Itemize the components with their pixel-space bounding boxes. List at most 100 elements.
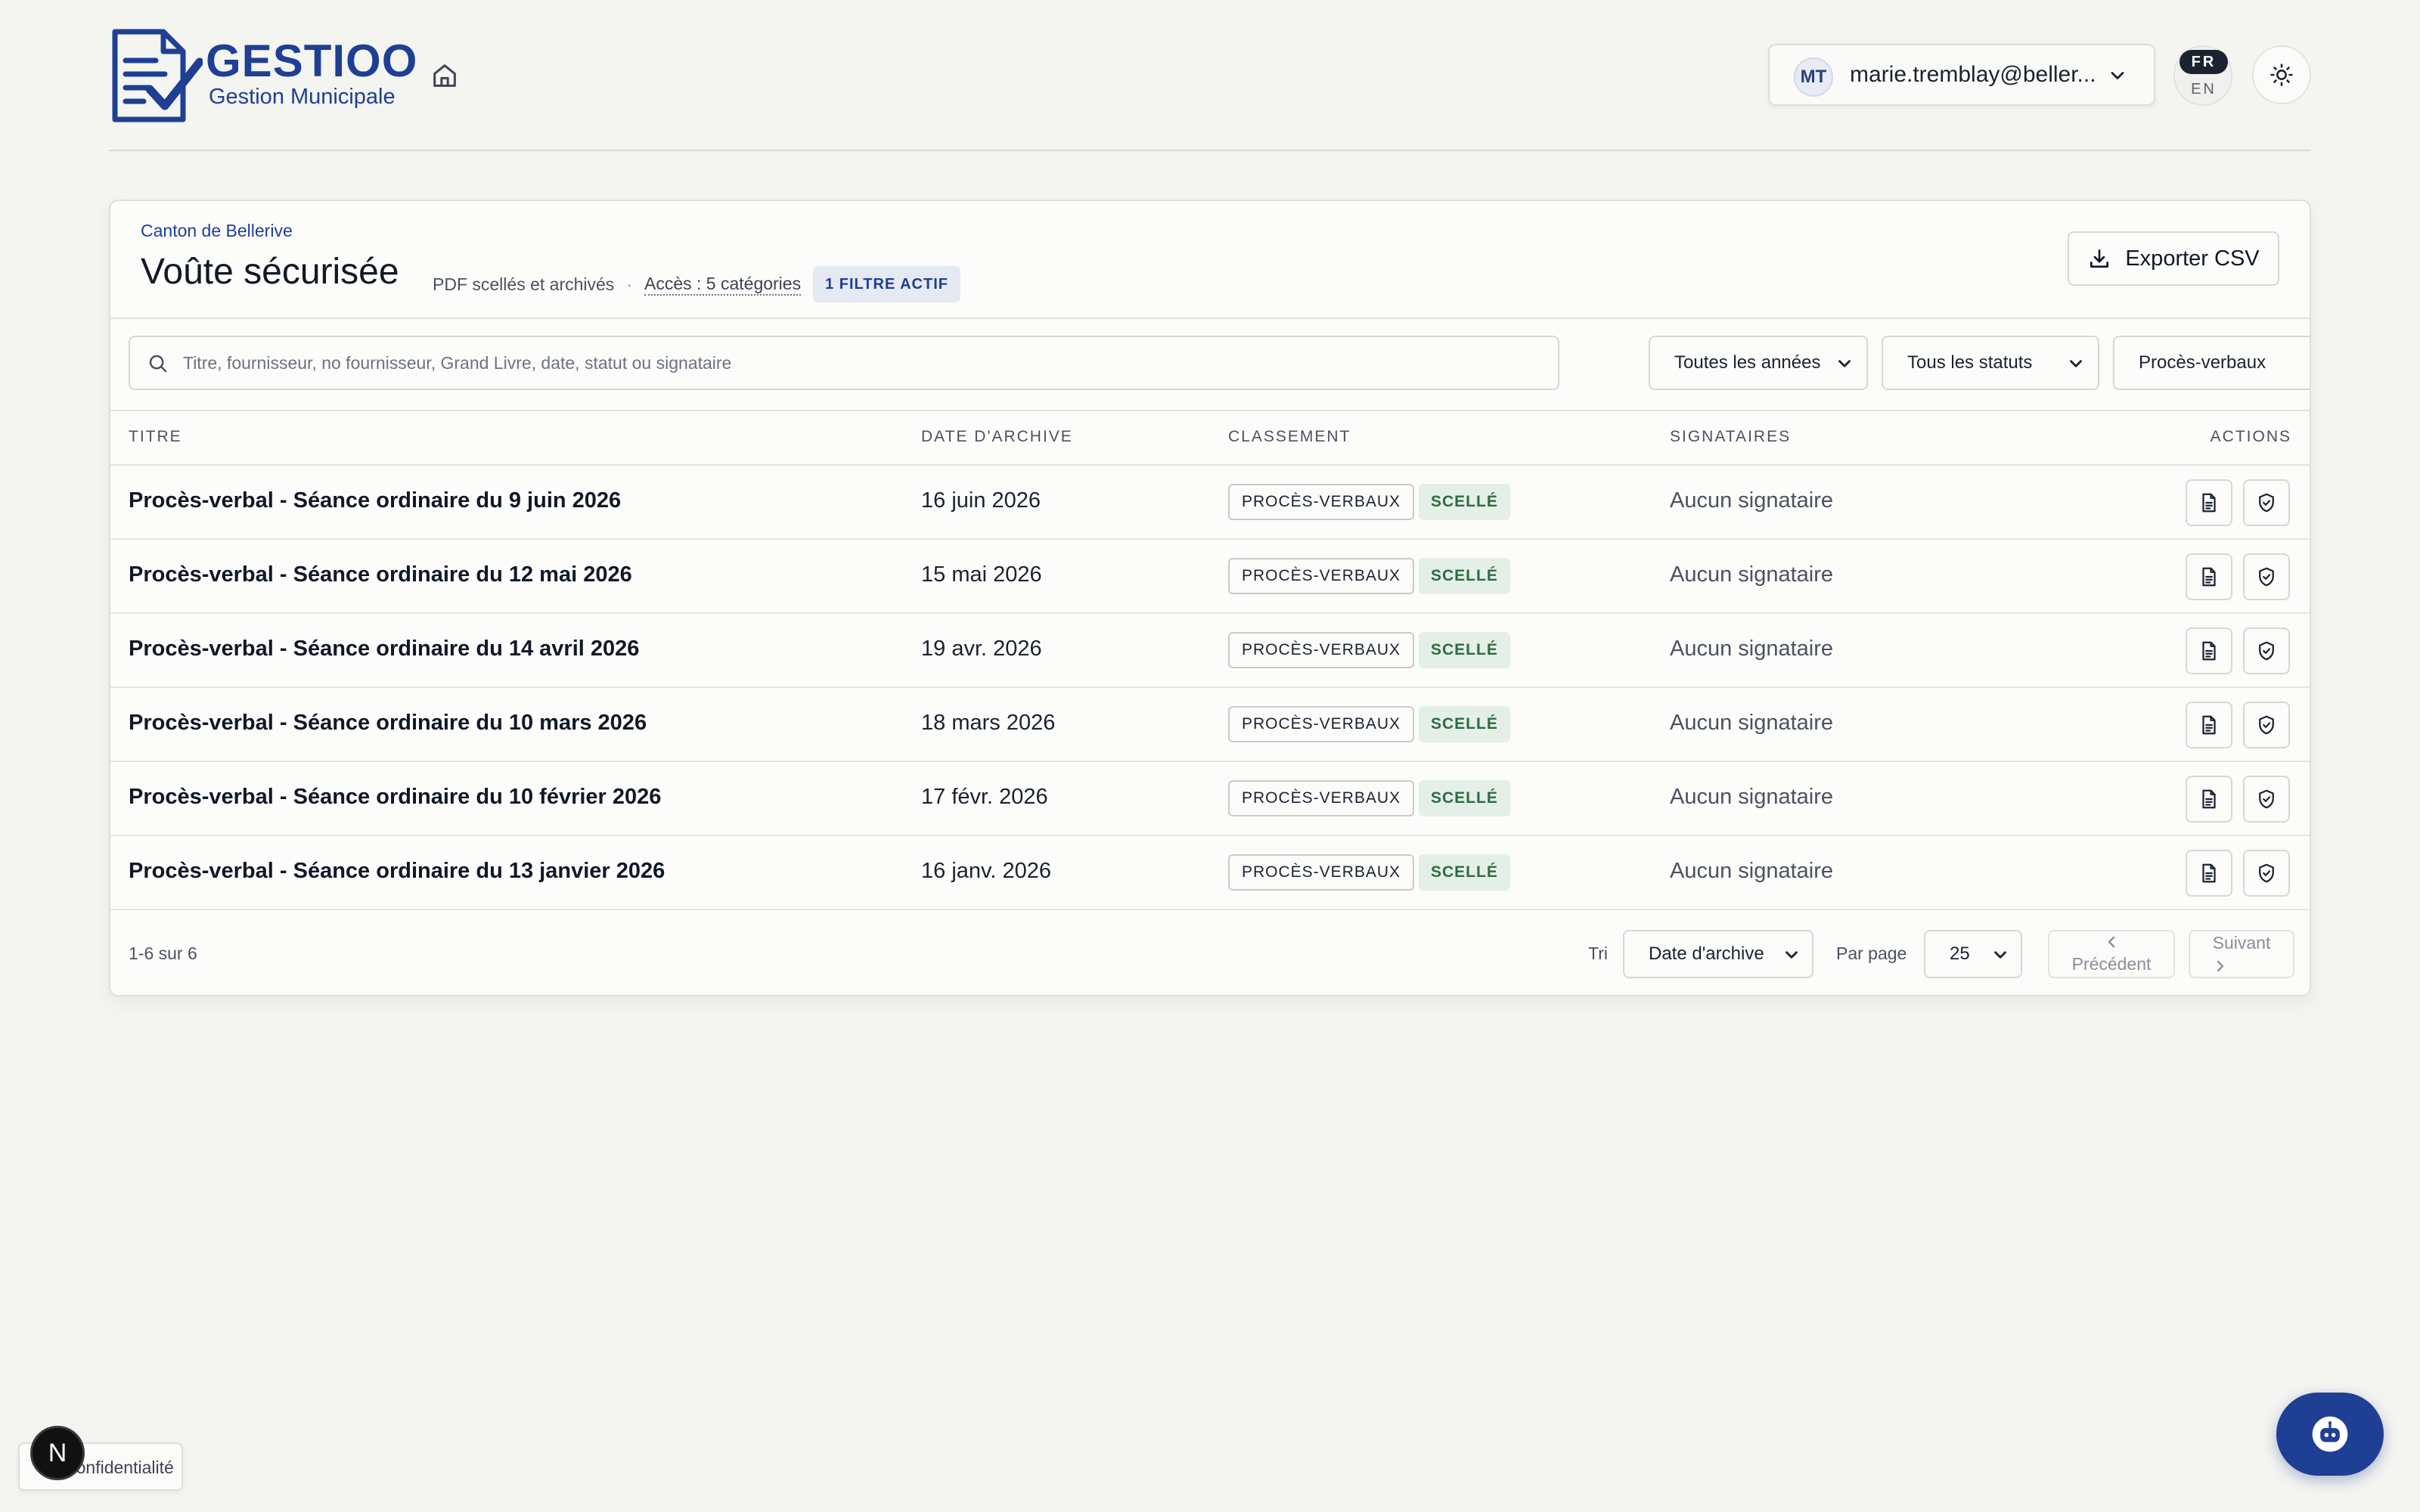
row-archive-date: 17 févr. 2026	[921, 785, 1048, 809]
meta-separator: ·	[626, 274, 632, 294]
brand-name: GESTIOO	[206, 36, 418, 86]
status-select[interactable]: Tous les statuts	[1882, 336, 2099, 390]
status-select-value: Tous les statuts	[1907, 352, 2033, 373]
theme-toggle-button[interactable]	[2252, 45, 2311, 104]
row-category-tag: PROCÈS-VERBAUX	[1228, 854, 1415, 891]
row-signers: Aucun signataire	[1670, 637, 1834, 661]
chevron-down-icon	[1994, 951, 2006, 959]
row-title[interactable]: Procès-verbal - Séance ordinaire du 14 a…	[129, 637, 639, 662]
table-row[interactable]: Procès-verbal - Séance ordinaire du 12 m…	[110, 540, 2310, 614]
previous-page-button[interactable]: Précédent	[2048, 930, 2175, 978]
document-icon	[2202, 567, 2216, 587]
row-status-badge: SCELLÉ	[1419, 484, 1510, 520]
sun-icon	[2270, 64, 2293, 86]
vault-header: Canton de Bellerive Voûte sécurisée PDF …	[110, 201, 2310, 319]
search-box[interactable]	[129, 336, 1559, 390]
view-document-button[interactable]	[2186, 479, 2232, 526]
user-menu-button[interactable]: MT marie.tremblay@beller...	[1768, 44, 2155, 106]
export-csv-button[interactable]: Exporter CSV	[2068, 231, 2279, 286]
per-page-select[interactable]: 25	[1924, 930, 2022, 978]
row-title[interactable]: Procès-verbal - Séance ordinaire du 10 m…	[129, 711, 647, 736]
brand-subtitle: Gestion Municipale	[209, 85, 396, 109]
row-signers: Aucun signataire	[1670, 488, 1834, 513]
document-icon	[2202, 789, 2216, 809]
row-status-badge: SCELLÉ	[1419, 780, 1510, 816]
table-row[interactable]: Procès-verbal - Séance ordinaire du 14 a…	[110, 614, 2310, 688]
view-document-button[interactable]	[2186, 850, 2232, 897]
shield-check-icon	[2259, 789, 2274, 809]
next-page-label: Suivant	[2212, 933, 2271, 953]
app-header: GESTIOO Gestion Municipale MT marie.trem…	[109, 24, 2311, 151]
chevron-right-icon	[2217, 960, 2224, 972]
shield-check-icon	[2259, 493, 2274, 513]
verify-seal-button[interactable]	[2243, 479, 2290, 526]
export-csv-label: Exporter CSV	[2125, 246, 2260, 271]
category-select[interactable]: Procès-verbaux	[2113, 336, 2310, 390]
access-categories-link[interactable]: Accès : 5 catégories	[644, 274, 802, 296]
row-status-badge: SCELLÉ	[1419, 632, 1510, 668]
document-icon	[2202, 641, 2216, 661]
search-icon	[149, 355, 167, 373]
next-page-button[interactable]: Suivant	[2189, 930, 2294, 978]
column-classement: CLASSEMENT	[1228, 428, 1351, 445]
verify-seal-button[interactable]	[2243, 776, 2290, 823]
breadcrumb[interactable]: Canton de Bellerive	[141, 221, 293, 241]
language-toggle[interactable]: FR EN	[2173, 45, 2232, 106]
table-header: TITRE DATE D'ARCHIVE CLASSEMENT SIGNATAI…	[110, 411, 2310, 466]
row-status-badge: SCELLÉ	[1419, 854, 1510, 891]
verify-seal-button[interactable]	[2243, 627, 2290, 674]
vault-meta: PDF scellés et archivés · Accès : 5 caté…	[433, 266, 960, 302]
year-select[interactable]: Toutes les années	[1649, 336, 1868, 390]
lang-en[interactable]: EN	[2180, 77, 2228, 101]
year-select-value: Toutes les années	[1674, 352, 1821, 373]
vault-card: Canton de Bellerive Voûte sécurisée PDF …	[109, 200, 2311, 996]
lang-fr[interactable]: FR	[2180, 50, 2228, 74]
row-status-badge: SCELLÉ	[1419, 706, 1510, 742]
gestioo-logo[interactable]	[110, 27, 203, 124]
chevron-left-icon	[2108, 936, 2115, 948]
table-row[interactable]: Procès-verbal - Séance ordinaire du 10 f…	[110, 762, 2310, 836]
row-archive-date: 18 mars 2026	[921, 711, 1056, 735]
view-document-button[interactable]	[2186, 776, 2232, 823]
table-row[interactable]: Procès-verbal - Séance ordinaire du 13 j…	[110, 836, 2310, 910]
row-archive-date: 15 mai 2026	[921, 562, 1042, 587]
column-actions: ACTIONS	[2210, 428, 2291, 445]
row-title[interactable]: Procès-verbal - Séance ordinaire du 12 m…	[129, 562, 632, 587]
user-email: marie.tremblay@beller...	[1850, 62, 2096, 87]
row-title[interactable]: Procès-verbal - Séance ordinaire du 10 f…	[129, 785, 661, 810]
row-category-tag: PROCÈS-VERBAUX	[1228, 484, 1415, 520]
next-dev-indicator[interactable]: N	[30, 1426, 85, 1480]
table-footer: 1-6 sur 6 Tri Date d'archive Par page 25…	[110, 912, 2310, 995]
assistant-chat-button[interactable]	[2276, 1393, 2384, 1476]
verify-seal-button[interactable]	[2243, 553, 2290, 600]
row-category-tag: PROCÈS-VERBAUX	[1228, 632, 1415, 668]
active-filter-badge: 1 FILTRE ACTIF	[813, 266, 960, 302]
search-input[interactable]	[183, 337, 1544, 389]
verify-seal-button[interactable]	[2243, 702, 2290, 748]
shield-check-icon	[2259, 567, 2274, 587]
table-row[interactable]: Procès-verbal - Séance ordinaire du 9 ju…	[110, 466, 2310, 540]
chevron-down-icon	[2111, 72, 2124, 79]
table-row[interactable]: Procès-verbal - Séance ordinaire du 10 m…	[110, 688, 2310, 762]
row-status-badge: SCELLÉ	[1419, 558, 1510, 594]
chevron-down-icon	[1786, 951, 1798, 959]
column-title: TITRE	[129, 428, 182, 445]
per-page-label: Par page	[1836, 943, 1907, 963]
shield-check-icon	[2259, 641, 2274, 661]
page-title: Voûte sécurisée	[141, 252, 399, 292]
sort-label: Tri	[1588, 943, 1608, 963]
row-archive-date: 16 juin 2026	[921, 488, 1041, 513]
verify-seal-button[interactable]	[2243, 850, 2290, 897]
document-icon	[2202, 715, 2216, 735]
view-document-button[interactable]	[2186, 553, 2232, 600]
view-document-button[interactable]	[2186, 702, 2232, 748]
vault-subtitle: PDF scellés et archivés	[433, 274, 615, 294]
row-title[interactable]: Procès-verbal - Séance ordinaire du 9 ju…	[129, 488, 621, 513]
home-icon[interactable]	[430, 60, 460, 91]
shield-check-icon	[2259, 715, 2274, 735]
row-title[interactable]: Procès-verbal - Séance ordinaire du 13 j…	[129, 859, 665, 884]
sort-select[interactable]: Date d'archive	[1623, 930, 1813, 978]
row-archive-date: 16 janv. 2026	[921, 859, 1051, 883]
row-category-tag: PROCÈS-VERBAUX	[1228, 706, 1415, 742]
view-document-button[interactable]	[2186, 627, 2232, 674]
